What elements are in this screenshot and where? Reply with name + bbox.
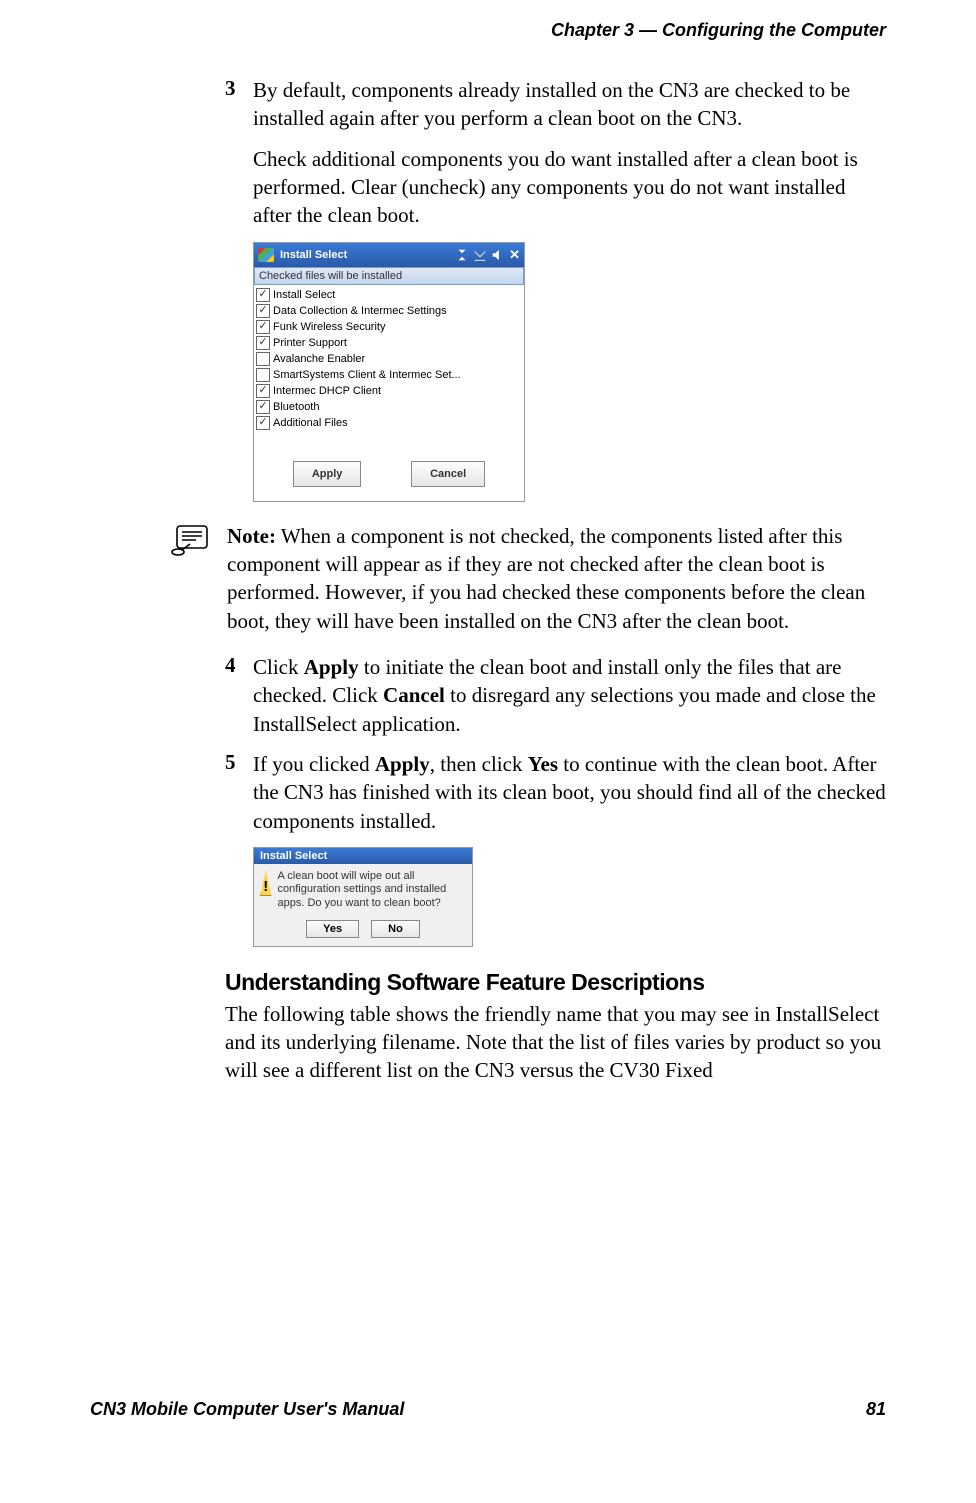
signal-icon [473, 248, 487, 262]
checkbox-icon [256, 368, 270, 382]
note-label: Note: [227, 524, 276, 548]
step-3: 3 By default, components already install… [225, 76, 886, 230]
list-item: ✓Printer Support [256, 335, 522, 351]
apply-button: Apply [293, 461, 362, 487]
item-label: Avalanche Enabler [273, 353, 365, 365]
dialog-buttons: Yes No [254, 916, 472, 946]
checkbox-icon: ✓ [256, 304, 270, 318]
taskbar: Install Select ✕ [254, 243, 524, 267]
checkbox-icon: ✓ [256, 320, 270, 334]
step-5: 5 If you clicked Apply, then click Yes t… [225, 750, 886, 835]
item-label: Data Collection & Intermec Settings [273, 305, 447, 317]
page-number: 81 [866, 1399, 886, 1420]
install-select-window: Install Select ✕ Checked files will be i… [253, 242, 525, 502]
footer: CN3 Mobile Computer User's Manual 81 [90, 1399, 886, 1420]
dialog-text: A clean boot will wipe out all configura… [278, 870, 466, 910]
checkbox-icon: ✓ [256, 288, 270, 302]
item-label: Intermec DHCP Client [273, 385, 381, 397]
step-4: 4 Click Apply to initiate the clean boot… [225, 653, 886, 738]
warning-icon: ! [260, 870, 272, 896]
volume-icon [491, 248, 505, 262]
checkbox-icon: ✓ [256, 384, 270, 398]
item-label: Printer Support [273, 337, 347, 349]
item-label: Funk Wireless Security [273, 321, 385, 333]
list-item: ✓Funk Wireless Security [256, 319, 522, 335]
item-label: Additional Files [273, 417, 348, 429]
step-num: 4 [225, 653, 253, 738]
list-item: ✓Additional Files [256, 415, 522, 431]
checkbox-icon: ✓ [256, 336, 270, 350]
t: Apply [304, 655, 359, 679]
step-text: If you clicked Apply, then click Yes to … [253, 750, 886, 835]
dialog-body: ! A clean boot will wipe out all configu… [254, 864, 472, 916]
no-button: No [371, 920, 420, 938]
list-item: ✓Install Select [256, 287, 522, 303]
list-item: Avalanche Enabler [256, 351, 522, 367]
start-flag-icon [258, 248, 274, 262]
button-row: Apply Cancel [254, 451, 524, 501]
note-text: Note: When a component is not checked, t… [227, 522, 886, 635]
item-label: Bluetooth [273, 401, 319, 413]
note-block: Note: When a component is not checked, t… [170, 522, 886, 635]
checkbox-icon: ✓ [256, 400, 270, 414]
checkbox-icon [256, 352, 270, 366]
banner: Checked files will be installed [254, 267, 524, 285]
item-label: Install Select [273, 289, 335, 301]
step-num: 3 [225, 76, 253, 230]
step-num: 5 [225, 750, 253, 835]
list-item: ✓Intermec DHCP Client [256, 383, 522, 399]
checklist: ✓Install Select ✓Data Collection & Inter… [254, 285, 524, 451]
sync-icon [455, 248, 469, 262]
step-text: By default, components already installed… [253, 76, 886, 230]
note-icon [170, 522, 212, 635]
step3-para2: Check additional components you do want … [253, 145, 886, 230]
t: , then click [430, 752, 528, 776]
close-icon: ✕ [509, 247, 520, 263]
step3-para1: By default, components already installed… [253, 78, 850, 130]
section-heading: Understanding Software Feature Descripti… [225, 969, 886, 996]
item-label: SmartSystems Client & Intermec Set... [273, 369, 461, 381]
window-title: Install Select [280, 249, 455, 261]
footer-left: CN3 Mobile Computer User's Manual [90, 1399, 404, 1420]
dialog-title: Install Select [254, 848, 472, 864]
step-text: Click Apply to initiate the clean boot a… [253, 653, 886, 738]
t: Click [253, 655, 304, 679]
system-tray: ✕ [455, 247, 520, 263]
list-item: ✓Data Collection & Intermec Settings [256, 303, 522, 319]
list-item: ✓Bluetooth [256, 399, 522, 415]
checkbox-icon: ✓ [256, 416, 270, 430]
confirm-dialog: Install Select ! A clean boot will wipe … [253, 847, 473, 947]
list-item: SmartSystems Client & Intermec Set... [256, 367, 522, 383]
t: Apply [375, 752, 430, 776]
t: Yes [528, 752, 558, 776]
t: If you clicked [253, 752, 375, 776]
note-body: When a component is not checked, the com… [227, 524, 865, 633]
yes-button: Yes [306, 920, 359, 938]
cancel-button: Cancel [411, 461, 485, 487]
t: Cancel [383, 683, 445, 707]
chapter-header: Chapter 3 — Configuring the Computer [90, 20, 886, 41]
section-para: The following table shows the friendly n… [225, 1000, 886, 1085]
